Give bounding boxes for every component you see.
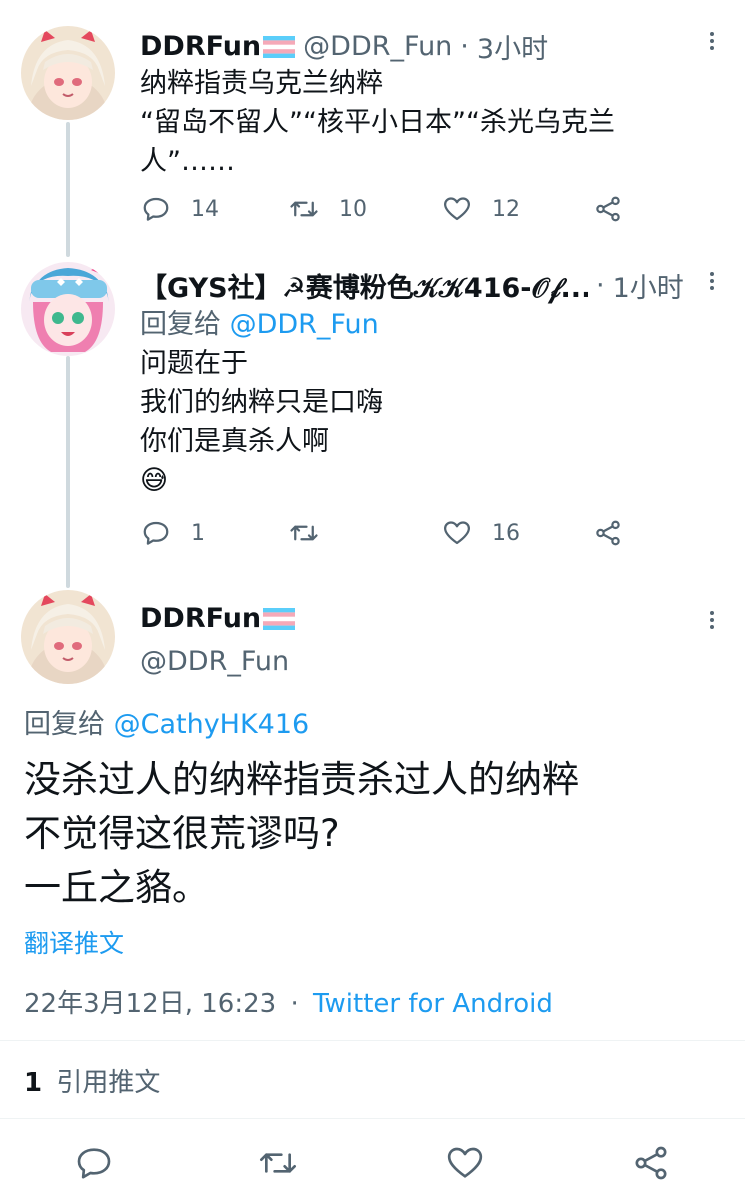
like-count: 16 xyxy=(492,520,520,546)
share-icon[interactable] xyxy=(631,1143,671,1183)
text-line: 问题在于 xyxy=(140,348,248,379)
reply-count: 1 xyxy=(191,520,205,546)
trans-flag-icon xyxy=(263,35,296,58)
author-block: DDRFun xyxy=(140,603,303,634)
reply-mention[interactable]: @DDR_Fun xyxy=(230,309,379,340)
reply-button[interactable]: 14 xyxy=(141,194,219,224)
share-button[interactable] xyxy=(593,518,623,548)
author-handle[interactable]: @DDR_Fun xyxy=(140,646,289,677)
quote-label: 引用推文 xyxy=(56,1068,161,1098)
avatar-image xyxy=(21,26,115,120)
retweet-button[interactable]: 10 xyxy=(289,194,367,224)
like-count: 12 xyxy=(492,196,520,222)
avatar[interactable] xyxy=(21,262,115,356)
tweet-meta: 22年3月12日, 16:23 · Twitter for Android xyxy=(24,983,553,1020)
separator: · xyxy=(290,989,299,1019)
tweet-source[interactable]: Twitter for Android xyxy=(313,989,553,1019)
separator: · xyxy=(460,31,469,62)
tweet-text: 纳粹指责乌克兰纳粹 “留岛不留人”“核平小日本”“杀光乌克兰 人”…… xyxy=(140,64,615,181)
reply-context: 回复给 @CathyHK416 xyxy=(24,705,309,744)
tweet-date[interactable]: 22年3月12日, 16:23 xyxy=(24,989,276,1019)
reply-count: 14 xyxy=(191,196,219,222)
share-icon xyxy=(596,520,620,546)
quote-count: 1 xyxy=(24,1068,43,1098)
text-line: 你们是真杀人啊 xyxy=(140,426,329,457)
like-icon[interactable] xyxy=(445,1143,485,1183)
tweet-text: 问题在于 我们的纳粹只是口嗨 你们是真杀人啊 😅 xyxy=(140,344,383,500)
text-line: 不觉得这很荒谬吗? xyxy=(24,812,340,855)
text-line: 没杀过人的纳粹指责杀过人的纳粹 xyxy=(24,758,579,801)
text-line: 纳粹指责乌克兰纳粹 xyxy=(140,68,383,99)
retweet-button[interactable] xyxy=(289,518,339,548)
reply-icon xyxy=(143,197,169,221)
reply-context: 回复给 @DDR_Fun xyxy=(140,305,379,344)
author-handle[interactable]: @DDR_Fun xyxy=(303,31,452,62)
text-line: 我们的纳粹只是口嗨 xyxy=(140,387,383,418)
tweet-text: 没杀过人的纳粹指责杀过人的纳粹 不觉得这很荒谬吗? 一丘之貉。 xyxy=(24,753,579,915)
avatar[interactable] xyxy=(21,26,115,120)
reply-prefix: 回复给 xyxy=(24,709,105,740)
share-button[interactable] xyxy=(593,194,623,224)
like-icon xyxy=(444,521,470,545)
reply-prefix: 回复给 xyxy=(140,309,221,340)
tweet-header: DDRFun @DDR_Fun · 3小时 xyxy=(140,27,548,66)
divider xyxy=(0,1118,745,1119)
retweet-icon xyxy=(290,525,318,541)
retweet-count: 10 xyxy=(339,196,367,222)
author-name[interactable]: 【GYS社】☭赛博粉色𝒦𝒦416-𝒪𝒻... xyxy=(140,266,588,305)
reply-mention[interactable]: @CathyHK416 xyxy=(114,709,310,740)
more-icon[interactable] xyxy=(700,269,724,293)
retweet-icon[interactable] xyxy=(258,1143,298,1183)
more-icon[interactable] xyxy=(700,608,724,632)
avatar[interactable] xyxy=(21,590,115,684)
trans-flag-icon xyxy=(263,607,296,630)
author-name[interactable]: DDRFun xyxy=(140,31,261,62)
translate-link[interactable]: 翻译推文 xyxy=(24,924,124,960)
like-button[interactable]: 12 xyxy=(442,194,520,224)
like-button[interactable]: 16 xyxy=(442,518,520,548)
divider xyxy=(0,1040,745,1041)
text-line: 人”…… xyxy=(140,146,235,177)
emoji: 😅 xyxy=(140,465,169,496)
reply-icon[interactable] xyxy=(74,1143,114,1183)
avatar-image xyxy=(21,590,115,684)
retweet-icon xyxy=(290,201,318,217)
reply-button[interactable]: 1 xyxy=(141,518,205,548)
avatar-image xyxy=(21,262,115,356)
more-icon[interactable] xyxy=(700,29,724,53)
timestamp[interactable]: 1小时 xyxy=(613,266,684,305)
thread-line-top xyxy=(66,122,70,257)
like-icon xyxy=(444,197,470,221)
separator: · xyxy=(596,270,605,301)
share-icon xyxy=(596,196,620,222)
quote-stats[interactable]: 1 引用推文 xyxy=(24,1062,160,1099)
thread-line-middle xyxy=(66,356,70,588)
timestamp[interactable]: 3小时 xyxy=(477,27,548,66)
reply-icon xyxy=(143,521,169,545)
author-name[interactable]: DDRFun xyxy=(140,603,261,634)
tweet-header: 【GYS社】☭赛博粉色𝒦𝒦416-𝒪𝒻... · 1小时 xyxy=(140,266,684,305)
text-line: “留岛不留人”“核平小日本”“杀光乌克兰 xyxy=(140,107,615,138)
text-line: 一丘之貉。 xyxy=(24,866,209,909)
